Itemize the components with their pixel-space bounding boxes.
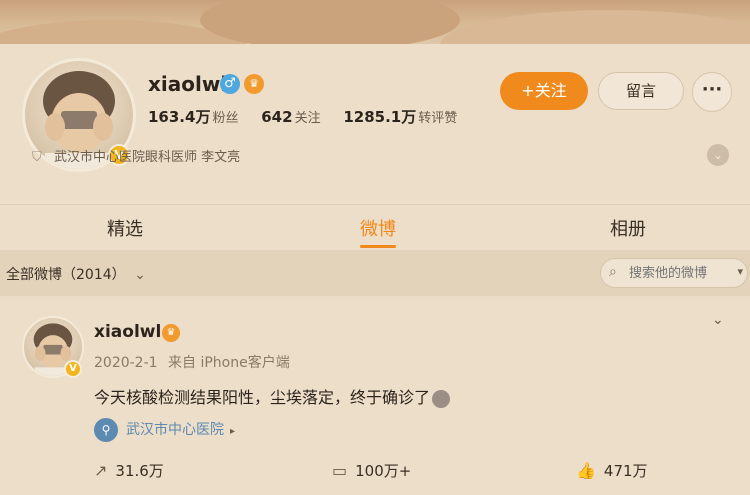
more-options-button[interactable]: ··· [692, 72, 732, 112]
post-menu-chevron-icon[interactable]: ⌄ [712, 312, 724, 328]
search-icon: ⌕ [609, 264, 617, 280]
comment-button[interactable]: ▭ 100万+ [332, 460, 411, 481]
profile-stats: 163.4万 粉丝 642 关注 1285.1万 转评赞 [148, 106, 475, 127]
tab-featured[interactable]: 精选 [107, 215, 143, 241]
active-tab-indicator [360, 245, 396, 248]
followers-count[interactable]: 163.4万 [148, 108, 210, 126]
following-label: 关注 [294, 111, 321, 126]
post-date[interactable]: 2020-2-1 [94, 355, 158, 371]
expand-info-chevron-icon[interactable]: ⌄ [707, 144, 729, 166]
engagement-count: 1285.1万 [343, 108, 417, 126]
location-link[interactable]: ⚲ 武汉市中心医院 ▸ [94, 418, 235, 442]
post-username[interactable]: xiaolwl [94, 322, 161, 342]
tab-album[interactable]: 相册 [610, 215, 646, 241]
followers-label: 粉丝 [212, 111, 239, 126]
filter-bar: 全部微博（2014） ⌄ ⌕ ▾ [0, 250, 750, 296]
repost-icon: ↗ [94, 461, 108, 480]
thumbs-up-icon: 👍 [576, 461, 596, 480]
follow-button[interactable]: +关注 [500, 72, 588, 110]
post-verified-badge-icon: V [64, 360, 82, 378]
following-count[interactable]: 642 [261, 108, 292, 126]
shield-icon: ⛉ [32, 150, 42, 165]
search-box[interactable]: ⌕ ▾ [600, 258, 748, 288]
repost-button[interactable]: ↗ 31.6万 [94, 460, 164, 481]
tab-weibo[interactable]: 微博 [360, 215, 396, 241]
vip-crown-icon: ♛ [244, 74, 264, 94]
post-meta: 2020-2-1 来自 iPhone客户端 [94, 352, 290, 372]
post-filter-label: 全部微博（2014） [6, 267, 126, 283]
post-source: 来自 iPhone客户端 [168, 355, 290, 371]
weibo-post: V xiaolwl ♛ ⌄ 2020-2-1 来自 iPhone客户端 今天核酸… [0, 300, 750, 495]
chevron-right-icon: ▸ [230, 426, 236, 437]
sad-emoji-icon [432, 389, 451, 408]
like-count: 471万 [603, 462, 648, 480]
profile-username: xiaolwl [148, 72, 228, 96]
comment-icon: ▭ [332, 461, 348, 480]
verification-text: 武汉市中心医院眼科医师 李文亮 [54, 150, 241, 165]
engagement-label: 转评赞 [418, 111, 458, 126]
search-input[interactable] [629, 264, 729, 282]
like-button[interactable]: 👍 471万 [576, 460, 648, 481]
post-content: 今天核酸检测结果阳性，尘埃落定，终于确诊了 [94, 384, 451, 408]
male-icon: ♂ [220, 74, 240, 94]
post-actions: ↗ 31.6万 ▭ 100万+ 👍 471万 [0, 456, 750, 486]
post-filter-dropdown[interactable]: 全部微博（2014） ⌄ [6, 264, 146, 284]
search-dropdown-icon[interactable]: ▾ [737, 265, 743, 278]
repost-count: 31.6万 [115, 462, 164, 480]
location-pin-icon: ⚲ [94, 418, 118, 442]
comment-count: 100万+ [355, 462, 412, 480]
profile-header: V xiaolwl ♂ ♛ 163.4万 粉丝 642 关注 1285.1万 转评赞 … [0, 44, 750, 204]
message-button[interactable]: 留言 [598, 72, 684, 110]
profile-tabs: 精选 微博 相册 [0, 204, 750, 250]
post-text: 今天核酸检测结果阳性，尘埃落定，终于确诊了 [94, 388, 431, 407]
location-text: 武汉市中心医院 [126, 422, 224, 438]
verification-info: ⛉ 武汉市中心医院眼科医师 李文亮 [32, 146, 240, 165]
chevron-down-icon: ⌄ [134, 267, 146, 283]
vip-crown-icon: ♛ [162, 324, 180, 342]
